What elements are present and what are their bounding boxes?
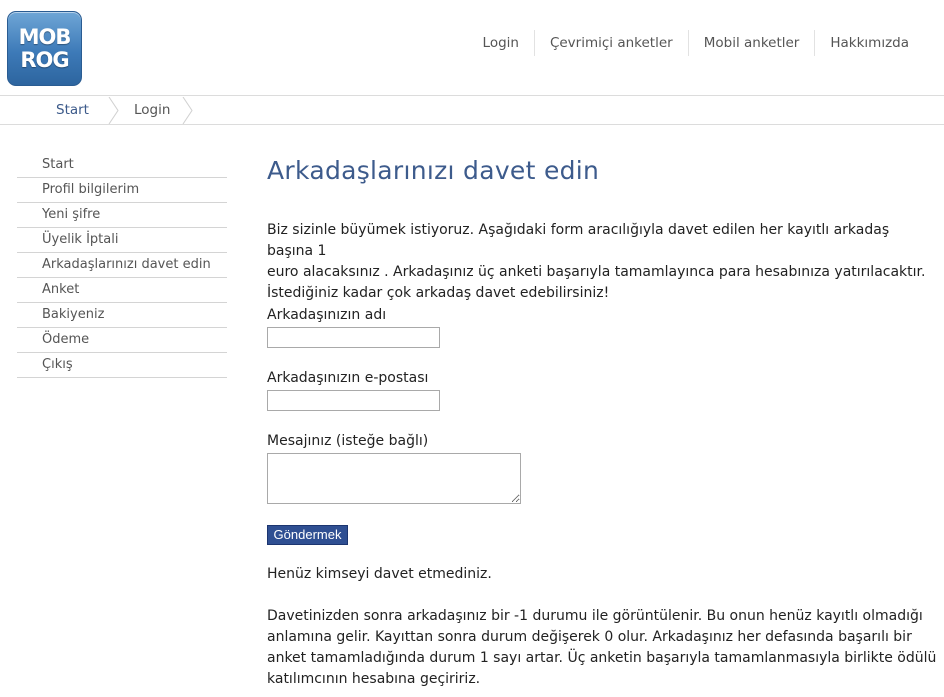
intro-line: euro alacaksınız . Arkadaşınız üç anketi…: [267, 264, 926, 280]
friend-email-label: Arkadaşınızın e-postası: [267, 370, 429, 386]
logo-text-line1: MOB: [18, 25, 72, 49]
nav-about[interactable]: Hakkımızda: [814, 30, 924, 56]
intro-paragraph: Biz sizinle büyümek istiyoruz. Aşağıdaki…: [267, 220, 939, 304]
info-line: Davetinizden sonra arkadaşınız bir -1 du…: [267, 608, 923, 624]
sidebar-item-logout[interactable]: Çıkış: [17, 353, 227, 378]
sidebar-item-invite-friends[interactable]: Arkadaşlarınızı davet edin: [17, 253, 227, 278]
page-title: Arkadaşlarınızı davet edin: [267, 156, 600, 185]
info-paragraph: Davetinizden sonra arkadaşınız bir -1 du…: [267, 606, 939, 690]
sidebar-item-cancel-membership[interactable]: Üyelik İptali: [17, 228, 227, 253]
site-header: MOB ROG Login Çevrimiçi anketler Mobil a…: [0, 0, 944, 96]
breadcrumb-start[interactable]: Start: [56, 97, 89, 124]
message-label: Mesajınız (isteğe bağlı): [267, 433, 429, 449]
top-navigation: Login Çevrimiçi anketler Mobil anketler …: [468, 30, 924, 56]
breadcrumb-login[interactable]: Login: [134, 97, 170, 124]
mobrog-logo[interactable]: MOB ROG: [7, 11, 82, 86]
friend-email-input[interactable]: [267, 390, 440, 411]
intro-line: İstediğiniz kadar çok arkadaş davet edeb…: [267, 285, 610, 301]
invite-status-text: Henüz kimseyi davet etmediniz.: [267, 566, 492, 582]
breadcrumb: Start Login: [0, 97, 944, 125]
friend-name-input[interactable]: [267, 327, 440, 348]
info-line: anlamına gelir. Kayıttan sonra durum değ…: [267, 629, 912, 645]
breadcrumb-separator-icon: [182, 97, 193, 124]
nav-login[interactable]: Login: [468, 30, 534, 56]
logo-text-line2: ROG: [20, 48, 69, 72]
sidebar-item-profile[interactable]: Profil bilgilerim: [17, 178, 227, 203]
submit-button[interactable]: Göndermek: [267, 525, 348, 545]
info-line: katılımcının hesabına geçiririz.: [267, 671, 481, 687]
sidebar-item-start[interactable]: Start: [17, 153, 227, 178]
sidebar-item-new-password[interactable]: Yeni şifre: [17, 203, 227, 228]
main-content: Arkadaşlarınızı davet edin Biz sizinle b…: [267, 150, 939, 687]
sidebar-item-survey[interactable]: Anket: [17, 278, 227, 303]
sidebar-menu: Start Profil bilgilerim Yeni şifre Üyeli…: [17, 153, 227, 378]
friend-name-label: Arkadaşınızın adı: [267, 307, 387, 323]
sidebar-item-payment[interactable]: Ödeme: [17, 328, 227, 353]
breadcrumb-separator-icon: [108, 97, 119, 124]
message-textarea[interactable]: [267, 453, 521, 504]
nav-mobile-surveys[interactable]: Mobil anketler: [687, 30, 815, 56]
sidebar-item-balance[interactable]: Bakiyeniz: [17, 303, 227, 328]
info-line: anket tamamladığında durum 1 sayı artar.…: [267, 650, 937, 666]
nav-online-surveys[interactable]: Çevrimiçi anketler: [533, 30, 688, 56]
intro-line: Biz sizinle büyümek istiyoruz. Aşağıdaki…: [267, 222, 890, 259]
